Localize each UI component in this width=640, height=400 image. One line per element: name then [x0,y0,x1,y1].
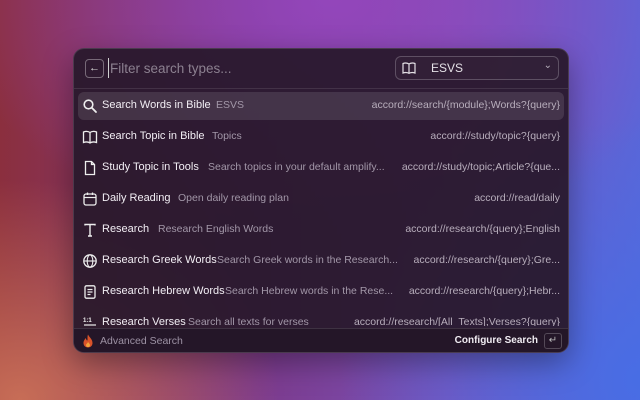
item-name: Study Topic in Tools [102,161,199,173]
item-description: Search Hebrew words in the Rese... [225,285,394,297]
item-url: accord://research/{query};English [405,223,560,235]
file-icon [82,160,98,176]
item-url: accord://study/topic?{query} [430,130,560,142]
back-button[interactable]: ← [85,59,104,78]
list-item[interactable]: Research Research English Words accord:/… [78,216,564,244]
module-select-value: ESVS [431,61,464,75]
item-description: Open daily reading plan [178,192,289,204]
list-item[interactable]: Search Topic in Bible Topics accord://st… [78,123,564,151]
configure-search-button[interactable]: Configure Search [455,335,538,346]
item-url: accord://research/{query};Hebr... [408,285,560,297]
list-item[interactable]: Research Hebrew Words Search Hebrew word… [78,278,564,306]
svg-text:1:1: 1:1 [83,318,92,324]
item-description: Search Greek words in the Research... [217,254,397,266]
chevron-down-icon: ⌄ [543,60,552,71]
list-item[interactable]: Search Words in Bible ESVS accord://sear… [78,92,564,120]
globe-icon [82,253,98,269]
item-name: Search Topic in Bible [102,130,205,142]
search-type-list: Search Words in Bible ESVS accord://sear… [78,92,564,326]
list-item[interactable]: Research Greek Words Search Greek words … [78,247,564,275]
item-name: Research Verses [102,316,186,326]
item-name: Research Hebrew Words [102,285,225,297]
item-description: Research English Words [158,223,274,235]
item-description: ESVS [216,99,245,111]
item-name: Research [102,223,150,235]
search-icon [82,98,98,114]
verses-icon: 1:1 [82,315,98,326]
item-name: Search Words in Bible [102,99,211,111]
item-url: accord://read/daily [474,192,560,204]
item-description: Search topics in your default amplify... [208,161,385,173]
divider [74,88,568,89]
text-t-icon [82,222,98,238]
flame-icon [82,334,94,352]
list-item[interactable]: 1:1 Research Verses Search all texts for… [78,309,564,326]
item-name: Daily Reading [102,192,171,204]
document-icon [82,284,98,300]
enter-key-icon: ↵ [544,333,562,349]
item-url: accord://research/{query};Gre... [413,254,561,266]
item-url: accord://research/[All_Texts];Verses?{qu… [353,316,560,326]
search-input[interactable] [108,58,380,78]
item-description: Search all texts for verses [188,316,309,326]
advanced-search-link[interactable]: Advanced Search [100,335,183,347]
item-description: Topics [212,130,242,142]
list-item[interactable]: Study Topic in Tools Search topics in yo… [78,154,564,182]
item-url: accord://study/topic;Article?{que... [401,161,560,173]
calendar-icon [82,191,98,207]
book-open-icon [82,129,98,145]
item-name: Research Greek Words [102,254,217,266]
search-bar: ← ESVS ⌄ [74,49,568,87]
item-url: accord://search/{module};Words?{query} [371,99,560,111]
book-open-icon [402,61,416,79]
list-item[interactable]: Daily Reading Open daily reading plan ac… [78,185,564,213]
footer-bar: Advanced Search Configure Search ↵ [74,328,568,352]
module-select[interactable]: ESVS ⌄ [395,56,559,80]
arrow-left-icon: ← [89,62,100,74]
search-panel: ← ESVS ⌄ Search Words in Bible ESVS acco… [73,48,569,353]
